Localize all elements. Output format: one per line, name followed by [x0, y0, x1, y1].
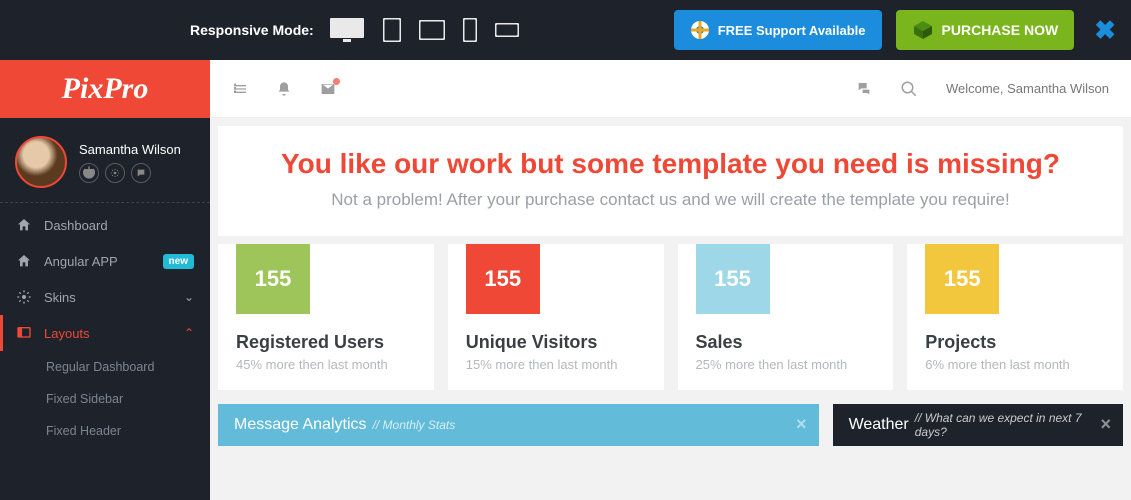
banner-headline: You like our work but some template you … — [238, 148, 1103, 180]
new-badge: new — [163, 254, 194, 269]
purchase-now-label: PURCHASE NOW — [942, 22, 1059, 38]
menu-toggle-icon[interactable] — [232, 81, 248, 97]
stat-sub: 25% more then last month — [696, 357, 876, 372]
stat-card-unique-visitors[interactable]: 155 Unique Visitors 15% more then last m… — [448, 244, 664, 390]
search-icon[interactable] — [900, 80, 918, 98]
tablet-landscape-icon[interactable] — [419, 20, 445, 40]
sidebar-item-dashboard[interactable]: Dashboard — [0, 207, 210, 243]
sidebar-sub-fixed-sidebar[interactable]: Fixed Sidebar — [0, 383, 210, 415]
close-bar-icon[interactable]: ✖ — [1094, 15, 1116, 46]
sidebar-sub-label: Regular Dashboard — [46, 360, 154, 374]
stat-value: 155 — [696, 244, 770, 314]
panel-close-icon[interactable]: × — [1100, 414, 1111, 435]
stat-value: 155 — [925, 244, 999, 314]
free-support-label: FREE Support Available — [718, 23, 866, 38]
sidebar-item-label: Skins — [44, 290, 172, 305]
stat-card-sales[interactable]: 155 Sales 25% more then last month — [678, 244, 894, 390]
banner-subhead: Not a problem! After your purchase conta… — [238, 190, 1103, 210]
home-icon — [16, 217, 32, 233]
sidebar-sub-regular-dashboard[interactable]: Regular Dashboard — [0, 351, 210, 383]
desktop-icon[interactable] — [329, 17, 365, 43]
bell-icon[interactable] — [276, 81, 292, 97]
comments-icon[interactable] — [856, 81, 872, 97]
layout-icon — [16, 325, 32, 341]
sidebar-item-label: Dashboard — [44, 218, 194, 233]
mail-icon[interactable] — [320, 81, 336, 97]
logo-block[interactable]: PixPro — [0, 60, 210, 118]
stat-sub: 15% more then last month — [466, 357, 646, 372]
chevron-down-icon: ⌄ — [184, 290, 194, 304]
sidebar-item-label: Layouts — [44, 326, 172, 341]
power-icon[interactable] — [79, 163, 99, 183]
life-ring-icon — [690, 20, 710, 40]
stat-title: Registered Users — [236, 332, 416, 353]
welcome-text[interactable]: Welcome, Samantha Wilson — [946, 81, 1109, 96]
stat-title: Projects — [925, 332, 1105, 353]
sidebar-item-skins[interactable]: Skins ⌄ — [0, 279, 210, 315]
brand-logo: PixPro — [62, 72, 149, 106]
free-support-button[interactable]: FREE Support Available — [674, 10, 882, 50]
phone-portrait-icon[interactable] — [463, 18, 477, 42]
demo-bar: Responsive Mode: FREE Support Available … — [0, 0, 1131, 60]
chevron-up-icon: ⌃ — [184, 326, 194, 340]
panels-row: Message Analytics // Monthly Stats × Wea… — [210, 390, 1131, 446]
avatar[interactable] — [15, 136, 67, 188]
panel-weather[interactable]: Weather // What can we expect in next 7 … — [833, 404, 1123, 446]
app-frame: PixPro Samantha Wilson Dashboard Angular… — [0, 60, 1131, 500]
gear-icon[interactable] — [105, 163, 125, 183]
stat-value: 155 — [466, 244, 540, 314]
stat-sub: 45% more then last month — [236, 357, 416, 372]
sidebar-item-label: Angular APP — [44, 254, 151, 269]
user-name: Samantha Wilson — [79, 142, 181, 157]
sidebar-divider — [0, 202, 210, 203]
phone-landscape-icon[interactable] — [495, 23, 519, 37]
main-area: Welcome, Samantha Wilson You like our wo… — [210, 60, 1131, 500]
gear-icon — [16, 289, 32, 305]
notification-dot — [333, 78, 340, 85]
purchase-now-button[interactable]: PURCHASE NOW — [896, 10, 1075, 50]
stats-row: 155 Registered Users 45% more then last … — [210, 244, 1131, 390]
topbar: Welcome, Samantha Wilson — [210, 60, 1131, 118]
stat-value: 155 — [236, 244, 310, 314]
sidebar-item-angular-app[interactable]: Angular APP new — [0, 243, 210, 279]
promo-banner: You like our work but some template you … — [218, 126, 1123, 236]
panel-close-icon[interactable]: × — [796, 414, 807, 435]
package-icon — [912, 20, 934, 40]
profile-block: Samantha Wilson — [0, 118, 210, 202]
sidebar-item-layouts[interactable]: Layouts ⌃ — [0, 315, 210, 351]
sidebar-sub-label: Fixed Header — [46, 424, 121, 438]
sidebar-sub-fixed-header[interactable]: Fixed Header — [0, 415, 210, 447]
sidebar: PixPro Samantha Wilson Dashboard Angular… — [0, 60, 210, 500]
panel-subtitle: // What can we expect in next 7 days? — [915, 411, 1107, 439]
stat-card-projects[interactable]: 155 Projects 6% more then last month — [907, 244, 1123, 390]
responsive-mode-label: Responsive Mode: — [190, 22, 314, 38]
stat-sub: 6% more then last month — [925, 357, 1105, 372]
chat-icon[interactable] — [131, 163, 151, 183]
stat-title: Unique Visitors — [466, 332, 646, 353]
panel-title: Weather — [849, 416, 909, 434]
tablet-portrait-icon[interactable] — [383, 18, 401, 42]
panel-title: Message Analytics — [234, 416, 367, 434]
stat-card-registered-users[interactable]: 155 Registered Users 45% more then last … — [218, 244, 434, 390]
home-icon — [16, 253, 32, 269]
responsive-mode-icons — [329, 17, 519, 43]
panel-message-analytics[interactable]: Message Analytics // Monthly Stats × — [218, 404, 819, 446]
stat-title: Sales — [696, 332, 876, 353]
panel-subtitle: // Monthly Stats — [373, 418, 456, 432]
sidebar-sub-label: Fixed Sidebar — [46, 392, 123, 406]
